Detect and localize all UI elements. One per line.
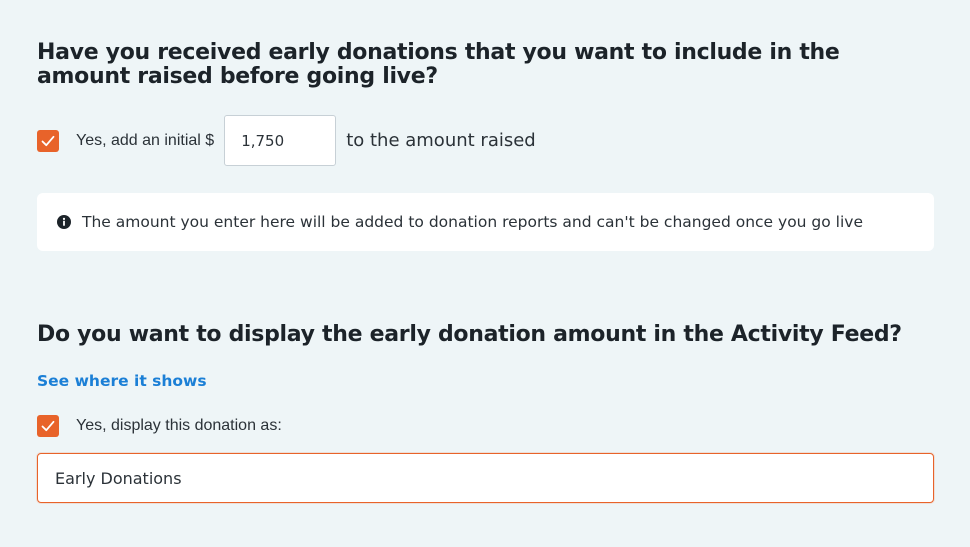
info-notice: The amount you enter here will be added … [37, 193, 934, 251]
checkmark-icon [41, 135, 55, 146]
display-donation-checkbox[interactable] [37, 415, 59, 437]
initial-amount-input[interactable] [224, 115, 337, 166]
activity-feed-question: Do you want to display the early donatio… [37, 322, 902, 347]
display-name-input[interactable] [37, 453, 934, 503]
see-where-it-shows-link[interactable]: See where it shows [37, 372, 207, 390]
initial-amount-row: Yes, add an initial $ to the amount rais… [37, 115, 536, 166]
add-initial-amount-checkbox[interactable] [37, 129, 59, 152]
info-circle-icon [57, 215, 71, 229]
display-donation-label: Yes, display this donation as: [76, 417, 282, 434]
info-notice-text: The amount you enter here will be added … [82, 213, 863, 231]
add-initial-amount-label: Yes, add an initial $ [76, 131, 215, 149]
checkmark-icon [41, 420, 55, 432]
display-donation-row: Yes, display this donation as: [37, 415, 282, 437]
initial-amount-question: Have you received early donations that y… [37, 40, 840, 89]
amount-raised-suffix: to the amount raised [346, 130, 536, 151]
